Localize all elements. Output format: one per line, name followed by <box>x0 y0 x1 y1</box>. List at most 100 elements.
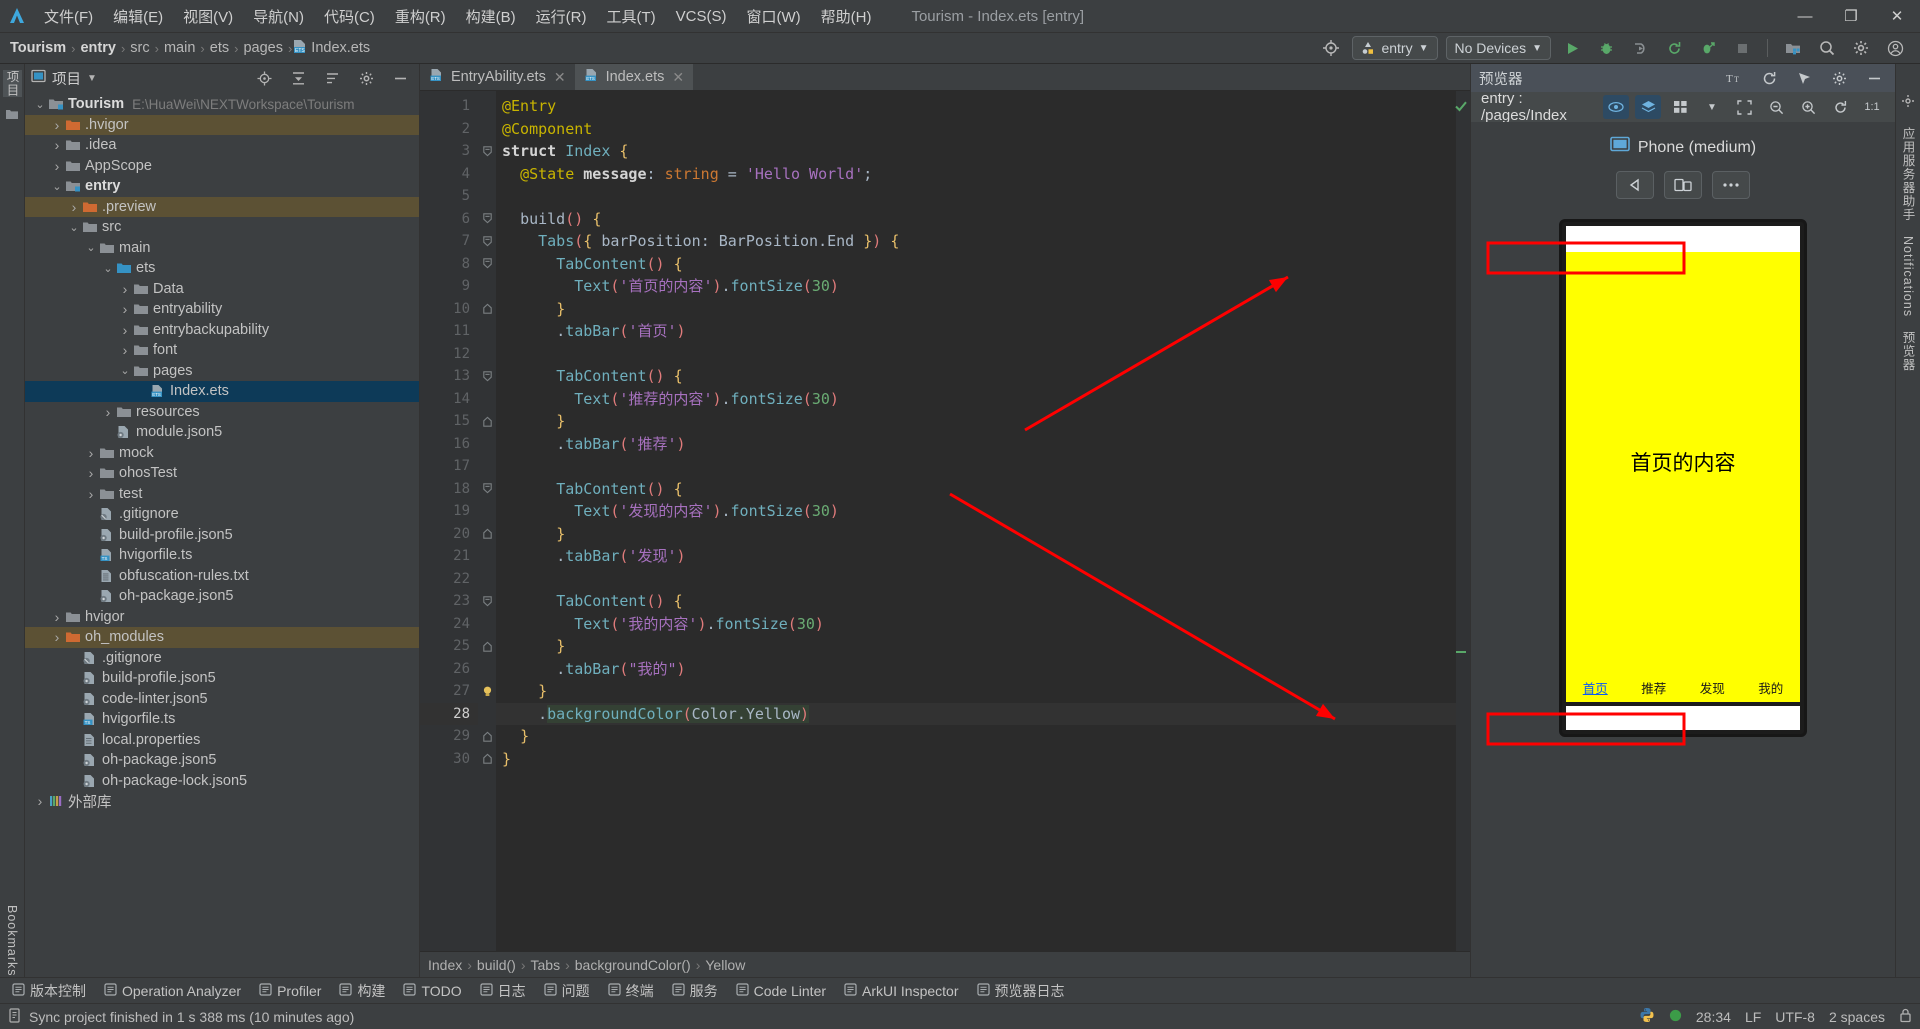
menu-tools[interactable]: 工具(T) <box>596 3 665 30</box>
toolwindow-profiler[interactable]: Profiler <box>251 981 329 1001</box>
maximize-icon[interactable]: ❐ <box>1828 0 1874 33</box>
tree-item-local-properties[interactable]: local.properties <box>25 730 419 751</box>
chevron-right-icon[interactable]: › <box>67 199 81 215</box>
code-line[interactable]: .tabBar('推荐') <box>496 433 1456 456</box>
frame-icon[interactable] <box>1731 95 1757 119</box>
chevron-right-icon[interactable]: › <box>118 342 132 358</box>
tree-item-appscope[interactable]: › AppScope <box>25 156 419 177</box>
code-line[interactable]: struct Index { <box>496 140 1456 163</box>
chevron-right-icon[interactable]: › <box>33 793 47 809</box>
menu-help[interactable]: 帮助(H) <box>811 3 882 30</box>
code-line[interactable]: TabContent() { <box>496 478 1456 501</box>
target-icon[interactable] <box>1318 36 1344 60</box>
fold-collapse-icon[interactable] <box>478 365 496 388</box>
marker-bar[interactable] <box>1455 91 1470 951</box>
chevron-right-icon[interactable]: › <box>101 404 115 420</box>
eye-icon[interactable] <box>1603 95 1629 119</box>
code-line[interactable]: } <box>496 725 1456 748</box>
code-line[interactable] <box>496 185 1456 208</box>
chevron-down-icon[interactable]: ▼ <box>87 73 97 84</box>
settings-icon[interactable] <box>1826 66 1852 90</box>
toolwindow-版本控制[interactable]: 版本控制 <box>4 979 94 1003</box>
fold-end-icon[interactable] <box>478 635 496 658</box>
code-line[interactable]: @State message: string = 'Hello World'; <box>496 163 1456 186</box>
minimize-icon[interactable]: — <box>1782 0 1828 33</box>
zoom-in-icon[interactable] <box>1795 95 1821 119</box>
tree-item-entrybackupability[interactable]: › entrybackupability <box>25 320 419 341</box>
fold-end-icon[interactable] <box>478 725 496 748</box>
caret-position[interactable]: 28:34 <box>1696 1009 1731 1025</box>
tree-item-src[interactable]: ⌄ src <box>25 217 419 238</box>
chevron-right-icon[interactable]: › <box>118 301 132 317</box>
toolwindow-todo[interactable]: TODO <box>395 981 469 1001</box>
toolwindow-code-linter[interactable]: Code Linter <box>728 981 834 1001</box>
code-folding-column[interactable] <box>478 91 496 951</box>
tree-item-oh-package-json5[interactable]: oh-package.json5 <box>25 586 419 607</box>
fold-end-icon[interactable] <box>478 410 496 433</box>
breadcrumb-item-pages[interactable]: pages <box>239 40 287 56</box>
code-line[interactable] <box>496 568 1456 591</box>
editor-breadcrumb-backgroundcolor[interactable]: backgroundColor() <box>575 957 691 973</box>
tree-item-ohostest[interactable]: › ohosTest <box>25 463 419 484</box>
toolwindow-arkui-inspector[interactable]: ArkUI Inspector <box>836 981 966 1001</box>
code-line[interactable]: } <box>496 748 1456 771</box>
tree-item-entryability[interactable]: › entryability <box>25 299 419 320</box>
chevron-right-icon[interactable]: › <box>84 445 98 461</box>
menu-navigate[interactable]: 导航(N) <box>243 3 314 30</box>
breadcrumb-item-file[interactable]: ETS Index.ets <box>293 39 370 58</box>
tree-item-preview[interactable]: › .preview <box>25 196 419 217</box>
code-line[interactable]: } <box>496 523 1456 546</box>
inspector-icon[interactable] <box>1791 66 1817 90</box>
fold-end-icon[interactable] <box>478 523 496 546</box>
breadcrumb[interactable]: Tourism › entry › src › main › ets › pag… <box>6 39 370 58</box>
menu-vcs[interactable]: VCS(S) <box>666 5 737 28</box>
chevron-right-icon[interactable]: › <box>84 465 98 481</box>
right-strip-item-notifications-cn[interactable]: 应用服务器助手 <box>1899 127 1918 222</box>
tree-item-hvigorfile-ts[interactable]: TS hvigorfile.ts <box>25 709 419 730</box>
hide-panel-icon[interactable] <box>387 66 413 90</box>
menu-build[interactable]: 构建(B) <box>456 3 526 30</box>
fold-end-icon[interactable] <box>478 298 496 321</box>
stop-icon[interactable] <box>1729 36 1755 60</box>
menu-edit[interactable]: 编辑(E) <box>103 3 173 30</box>
close-icon[interactable]: ✕ <box>672 69 684 86</box>
right-strip-item-notifications[interactable]: Notifications <box>1901 236 1915 317</box>
menu-code[interactable]: 代码(C) <box>314 3 385 30</box>
code-line[interactable]: Text('首页的内容').fontSize(30) <box>496 275 1456 298</box>
device-preview-frame[interactable]: 首页的内容 首页 推荐 发现 我的 <box>1559 219 1807 737</box>
tree-item-code-linter-json5[interactable]: code-linter.json5 <box>25 689 419 710</box>
fold-collapse-icon[interactable] <box>478 208 496 231</box>
close-icon[interactable]: ✕ <box>554 69 566 86</box>
tree-item-oh-modules[interactable]: › oh_modules <box>25 627 419 648</box>
code-line[interactable] <box>496 455 1456 478</box>
code-line[interactable]: } <box>496 410 1456 433</box>
tree-item-entry[interactable]: ⌄ entry <box>25 176 419 197</box>
chevron-down-icon[interactable]: ⌄ <box>33 98 47 111</box>
code-line[interactable]: } <box>496 635 1456 658</box>
previewer-device-label[interactable]: Phone (medium) <box>1610 136 1756 159</box>
chevron-down-icon[interactable]: ⌄ <box>84 241 98 254</box>
editor-area[interactable]: 1 2 3 4 5 6 7 8 9 10 11 12 13 14 15 16 17 18 19 20 21 22 23 24 2… <box>420 91 1470 951</box>
chevron-right-icon[interactable]: › <box>84 486 98 502</box>
lock-icon[interactable] <box>1899 1008 1912 1026</box>
menu-bar[interactable]: 文件(F) 编辑(E) 视图(V) 导航(N) 代码(C) 重构(R) 构建(B… <box>34 3 881 30</box>
menu-window[interactable]: 窗口(W) <box>736 3 810 30</box>
locate-icon[interactable] <box>251 66 277 90</box>
multi-device-icon[interactable] <box>1664 171 1702 199</box>
code-content[interactable]: @Entry @Component struct Index { @State me… <box>496 91 1456 951</box>
rotate-icon[interactable] <box>1827 95 1853 119</box>
tree-item-hvigorfile-ts[interactable]: TS hvigorfile.ts <box>25 545 419 566</box>
font-size-icon[interactable]: TT <box>1721 66 1747 90</box>
collapse-all-icon[interactable] <box>285 66 311 90</box>
account-icon[interactable] <box>1882 36 1908 60</box>
debug-icon[interactable] <box>1593 36 1619 60</box>
fold-collapse-icon[interactable] <box>478 478 496 501</box>
breadcrumb-item-src[interactable]: src <box>126 40 153 56</box>
preview-tab-bar[interactable]: 首页 推荐 发现 我的 <box>1566 672 1800 702</box>
chevron-down-icon[interactable]: ⌄ <box>50 180 64 193</box>
code-line[interactable]: Text('我的内容').fontSize(30) <box>496 613 1456 636</box>
event-log-icon[interactable] <box>8 1007 21 1026</box>
menu-view[interactable]: 视图(V) <box>173 3 243 30</box>
code-line[interactable] <box>496 343 1456 366</box>
menu-run[interactable]: 运行(R) <box>526 3 597 30</box>
